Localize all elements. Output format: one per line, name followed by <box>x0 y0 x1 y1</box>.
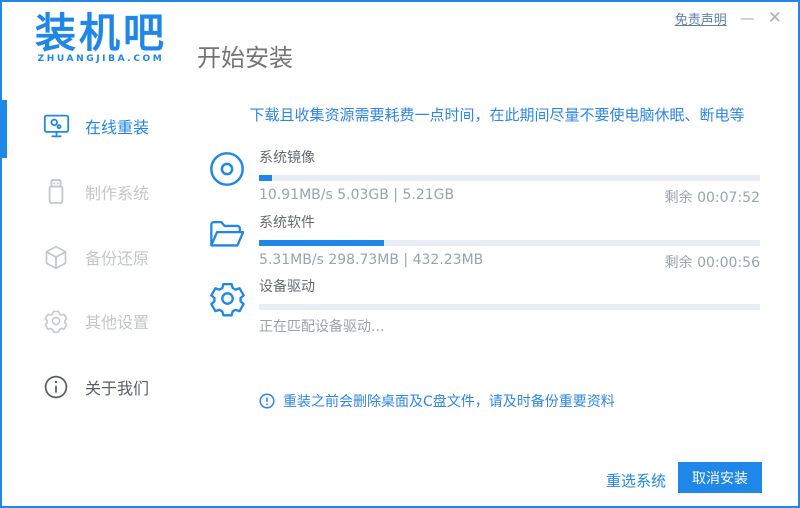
sidebar-item-backup-restore[interactable]: 备份还原 <box>2 236 192 278</box>
main-panel: 下载且收集资源需要耗费一点时间，在此期间尽量不要使电脑休眠、断电等 系统镜像 1… <box>192 92 798 422</box>
progress-bar <box>259 175 760 181</box>
monitor-reinstall-icon <box>42 111 70 141</box>
sidebar-item-label: 备份还原 <box>85 249 150 268</box>
sidebar-item-online-reinstall[interactable]: 在线重装 <box>2 105 192 147</box>
sidebar-item-about-us[interactable]: 关于我们 <box>2 366 192 408</box>
logo-tagline: ZHUANGJIBA.COM <box>37 54 165 65</box>
progress-fill <box>259 175 272 181</box>
logo-text: 装机吧 <box>35 9 167 57</box>
gear-icon <box>208 279 247 318</box>
task-speed-size: 10.91MB/s 5.03GB | 5.21GB <box>259 187 455 203</box>
sidebar-item-label: 关于我们 <box>85 379 150 398</box>
task-title: 系统软件 <box>259 215 315 231</box>
task-system-software: 系统软件 5.31MB/s 298.73MB | 432.23MB 剩余 00:… <box>208 212 760 272</box>
progress-bar <box>259 304 760 310</box>
app-logo: 装机吧 ZHUANGJIBA.COM <box>28 9 174 65</box>
sidebar-item-make-system[interactable]: 制作系统 <box>2 171 192 213</box>
download-warning-banner: 下载且收集资源需要耗费一点时间，在此期间尽量不要使电脑休眠、断电等 <box>249 106 745 124</box>
cancel-install-button[interactable]: 取消安装 <box>678 462 762 493</box>
window-controls: 免责声明 — ✕ <box>675 9 782 29</box>
disc-icon <box>208 150 246 188</box>
backup-box-icon <box>42 242 70 272</box>
sidebar: 在线重装 制作系统 备份还原 其他设置 关于我们 <box>2 88 192 506</box>
task-device-driver: 设备驱动 正在匹配设备驱动... <box>208 276 760 336</box>
reselect-system-button[interactable]: 重选系统 <box>606 470 666 491</box>
app-window: 装机吧 ZHUANGJIBA.COM 开始安装 免责声明 — ✕ 在线重装 制作… <box>0 0 800 508</box>
sidebar-item-label: 其他设置 <box>85 313 150 332</box>
task-time-remaining: 剩余 00:07:52 <box>664 190 760 206</box>
close-icon[interactable]: ✕ <box>768 10 782 27</box>
sidebar-item-label: 制作系统 <box>85 184 150 203</box>
exclamation-circle-icon <box>259 393 275 409</box>
disclaimer-link[interactable]: 免责声明 <box>675 9 727 28</box>
settings-gear-icon <box>42 306 70 336</box>
task-title: 设备驱动 <box>259 279 315 295</box>
task-title: 系统镜像 <box>259 150 315 166</box>
task-status-text: 正在匹配设备驱动... <box>259 319 385 335</box>
page-title: 开始安装 <box>197 44 293 72</box>
open-folder-icon <box>208 218 246 251</box>
sidebar-item-label: 在线重装 <box>85 118 150 137</box>
task-time-remaining: 剩余 00:00:56 <box>664 255 760 271</box>
backup-notice: 重装之前会删除桌面及C盘文件，请及时备份重要资料 <box>259 391 615 411</box>
progress-fill <box>259 240 385 246</box>
info-icon <box>42 372 70 402</box>
backup-notice-text: 重装之前会删除桌面及C盘文件，请及时备份重要资料 <box>283 394 615 410</box>
sidebar-item-other-settings[interactable]: 其他设置 <box>2 300 192 342</box>
minimize-icon[interactable]: — <box>740 11 755 26</box>
progress-bar <box>259 240 760 246</box>
task-system-image: 系统镜像 10.91MB/s 5.03GB | 5.21GB 剩余 00:07:… <box>208 147 760 207</box>
task-speed-size: 5.31MB/s 298.73MB | 432.23MB <box>259 252 484 268</box>
usb-drive-icon <box>42 177 70 207</box>
